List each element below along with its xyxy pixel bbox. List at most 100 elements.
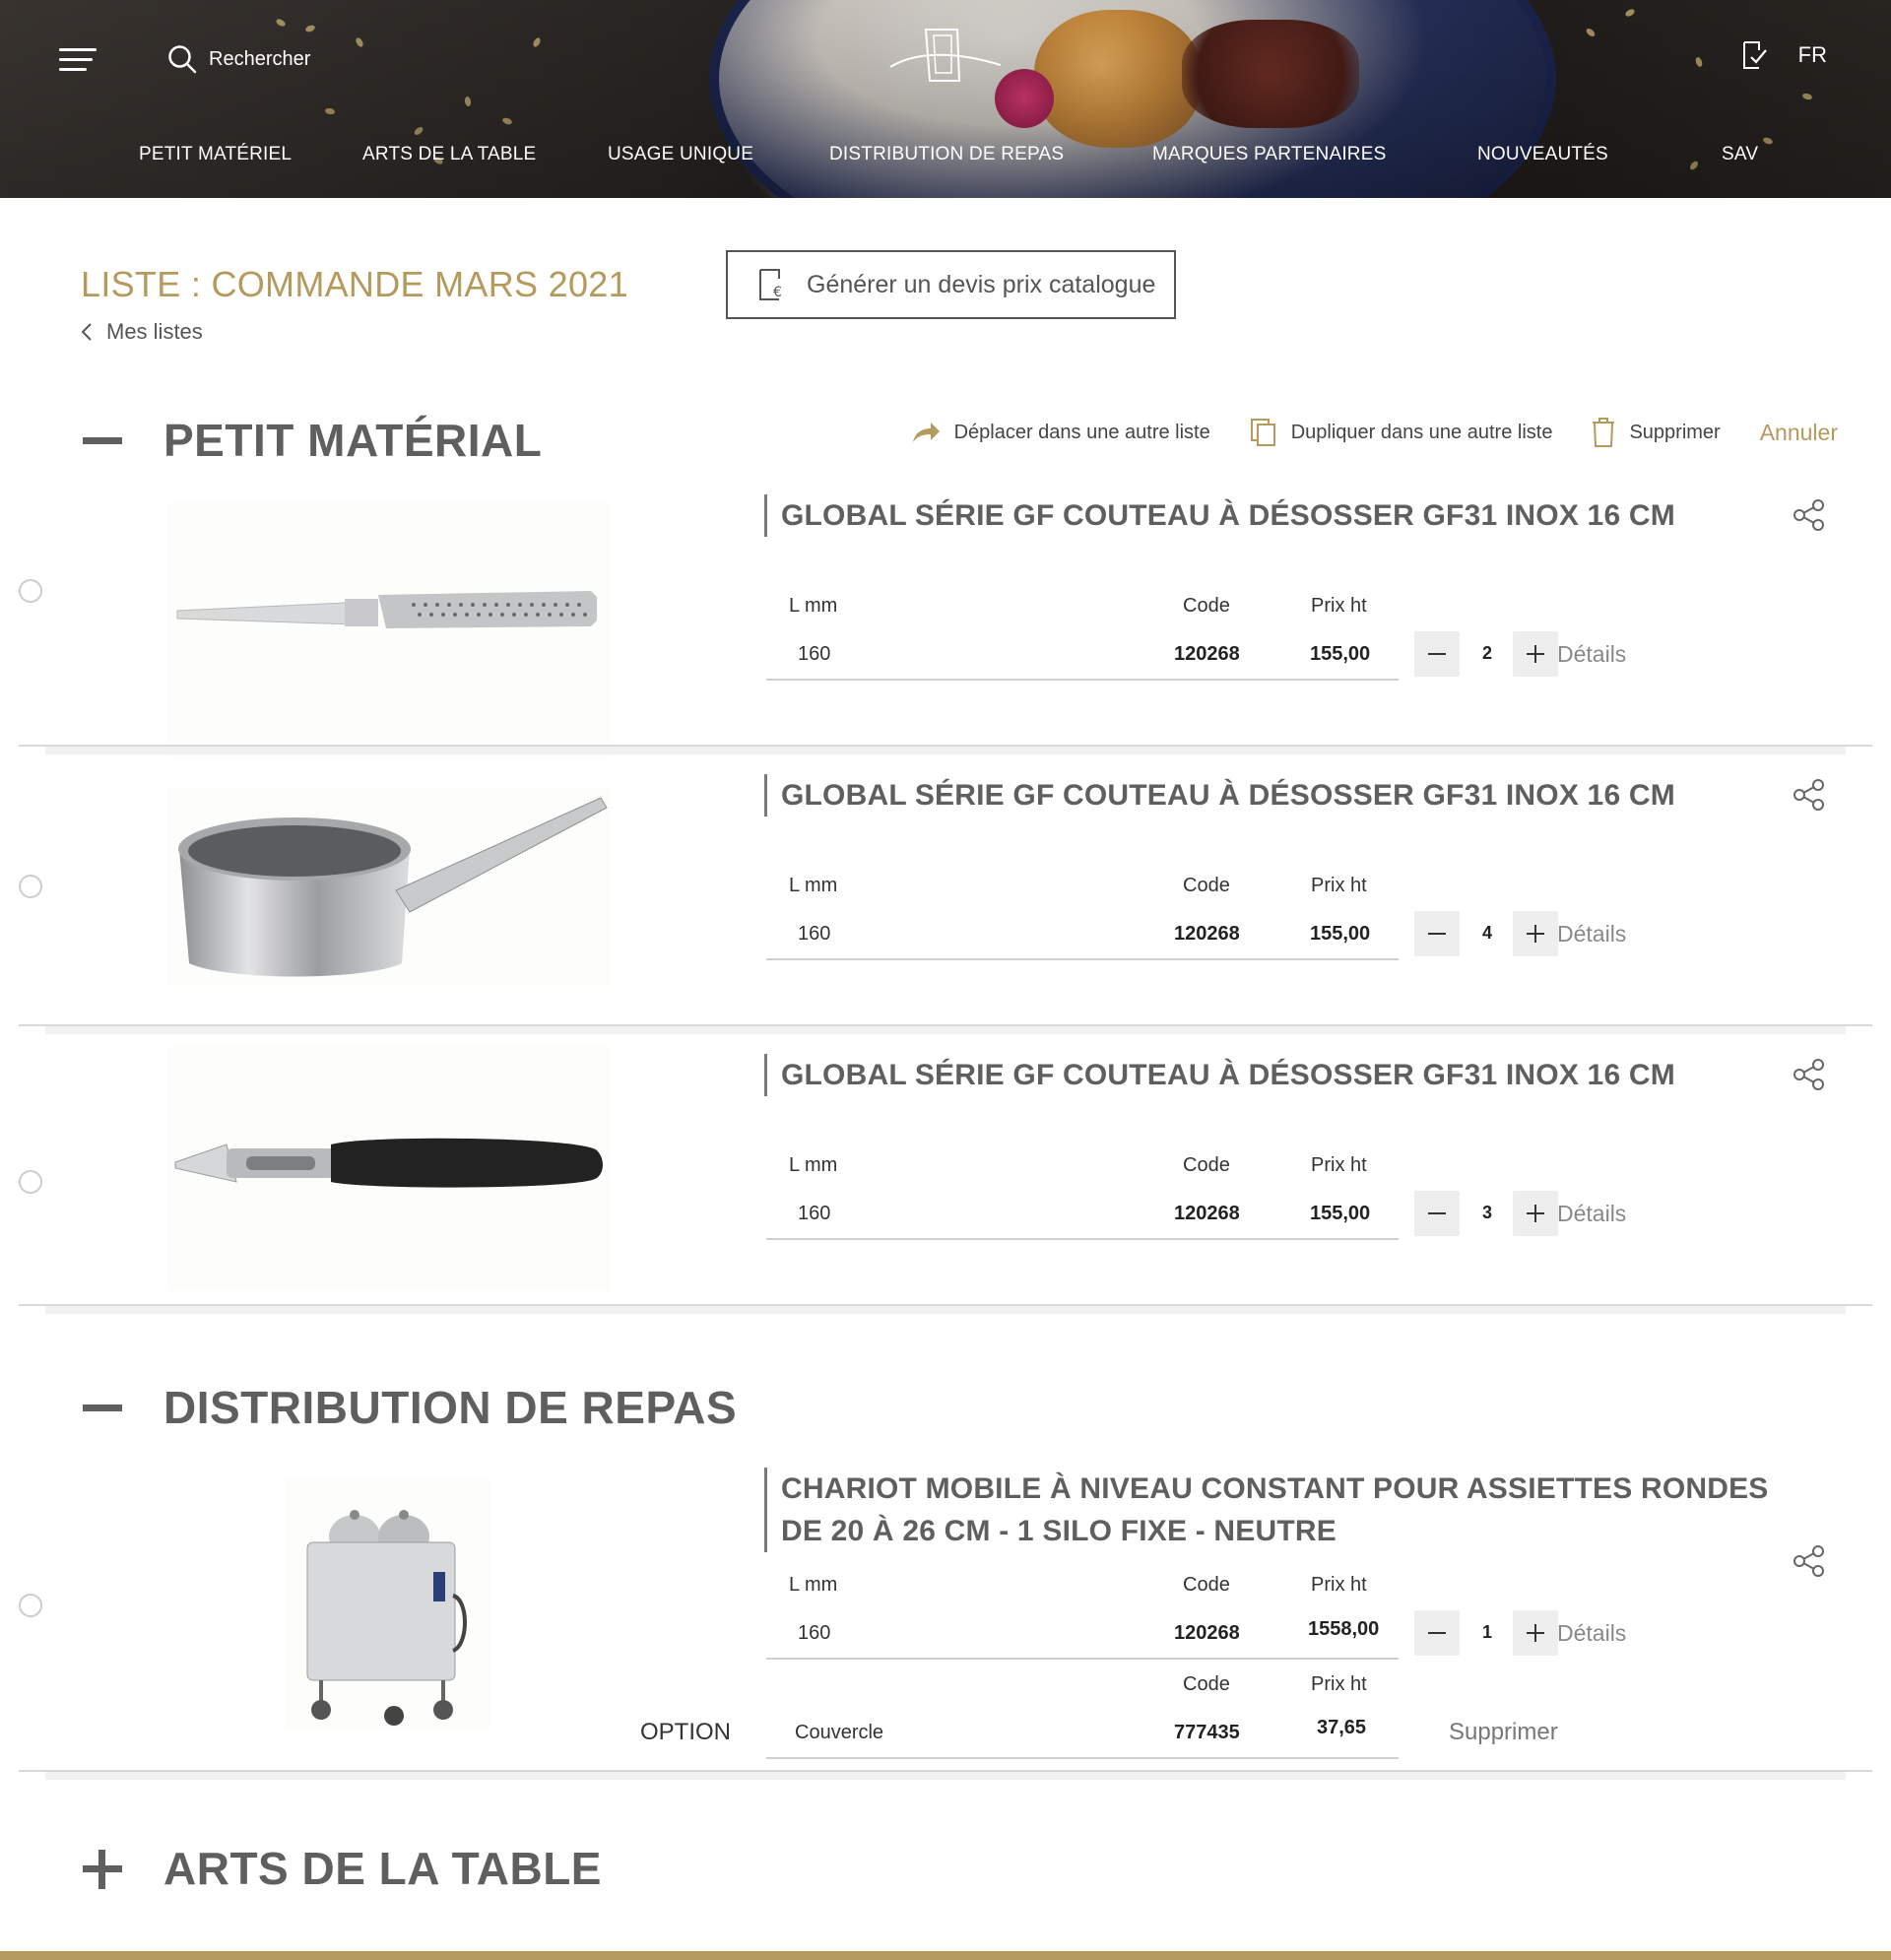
collapse-section-button[interactable] <box>81 1386 124 1429</box>
option-label: OPTION <box>640 1719 732 1745</box>
product-name[interactable]: GLOBAL SÉRIE GF COUTEAU À DÉSOSSER GF31 … <box>764 494 1675 537</box>
length-value: 160 <box>798 1203 831 1224</box>
checklist-icon[interactable] <box>1737 39 1769 71</box>
code-header: Code <box>1183 1574 1230 1596</box>
nav-petit-materiel[interactable]: PETIT MATÉRIEL <box>139 144 292 165</box>
select-product-radio[interactable] <box>19 1594 42 1617</box>
section-title: PETIT MATÉRIAL <box>163 415 543 466</box>
increase-qty-button[interactable] <box>1513 911 1558 956</box>
price-value: 155,00 <box>1310 643 1371 665</box>
details-link[interactable]: Détails <box>1557 1620 1626 1647</box>
delete-option-button[interactable]: Supprimer <box>1449 1719 1558 1746</box>
decrease-qty-button[interactable] <box>1414 911 1460 956</box>
share-icon[interactable] <box>1793 778 1826 812</box>
duplicate-to-list-button[interactable]: Dupliquer dans une autre liste <box>1250 418 1553 447</box>
nav-marques-partenaires[interactable]: MARQUES PARTENAIRES <box>1152 144 1386 165</box>
search-button[interactable]: Rechercher <box>167 41 310 77</box>
increase-qty-button[interactable] <box>1513 1610 1558 1656</box>
increase-qty-button[interactable] <box>1513 1191 1558 1236</box>
select-product-radio[interactable] <box>19 579 42 603</box>
product-image <box>167 502 611 758</box>
product-image <box>167 1046 611 1290</box>
quantity-value[interactable]: 4 <box>1472 923 1502 944</box>
decrease-qty-button[interactable] <box>1414 1610 1460 1656</box>
price-value: 155,00 <box>1310 1203 1371 1224</box>
header-right: FR <box>1737 39 1827 71</box>
length-header: L mm <box>789 1154 838 1176</box>
option-name: Couvercle <box>795 1722 884 1743</box>
length-header: L mm <box>789 595 838 617</box>
code-value: 120268 <box>1174 923 1240 945</box>
nav-arts-de-la-table[interactable]: ARTS DE LA TABLE <box>362 144 536 165</box>
brand-logo[interactable] <box>886 22 1005 93</box>
option-code-header: Code <box>1183 1673 1230 1695</box>
back-link-label: Mes listes <box>106 319 203 344</box>
trash-icon <box>1593 418 1615 447</box>
move-to-list-button[interactable]: Déplacer dans une autre liste <box>911 421 1210 444</box>
select-product-radio[interactable] <box>19 1170 42 1194</box>
duplicate-label: Dupliquer dans une autre liste <box>1290 421 1553 443</box>
product-name-line1: CHARIOT MOBILE À NIVEAU CONSTANT POUR AS… <box>781 1472 1769 1505</box>
details-link[interactable]: Détails <box>1557 921 1626 947</box>
row-underline <box>766 679 1399 681</box>
nav-usage-unique[interactable]: USAGE UNIQUE <box>608 144 753 165</box>
nav-sav[interactable]: SAV <box>1722 144 1758 165</box>
code-value: 120268 <box>1174 643 1240 665</box>
site-header: Rechercher FR PETIT MATÉRIEL ARTS DE LA … <box>0 0 1891 198</box>
language-selector[interactable]: FR <box>1798 42 1827 68</box>
increase-qty-button[interactable] <box>1513 631 1558 677</box>
product-name[interactable]: CHARIOT MOBILE À NIVEAU CONSTANT POUR AS… <box>764 1468 1769 1552</box>
quantity-value[interactable]: 2 <box>1472 643 1502 664</box>
decrease-qty-button[interactable] <box>1414 631 1460 677</box>
price-header: Prix ht <box>1311 875 1367 896</box>
price-header: Prix ht <box>1311 595 1367 617</box>
quantity-value[interactable]: 1 <box>1472 1622 1502 1643</box>
section-header-distribution-de-repas: DISTRIBUTION DE REPAS <box>81 1381 737 1434</box>
share-icon[interactable] <box>1793 1544 1826 1578</box>
product-name[interactable]: GLOBAL SÉRIE GF COUTEAU À DÉSOSSER GF31 … <box>764 1054 1675 1096</box>
length-header: L mm <box>789 875 838 896</box>
length-value: 160 <box>798 923 831 945</box>
menu-icon[interactable] <box>59 45 98 75</box>
back-to-lists-link[interactable]: Mes listes <box>81 319 203 345</box>
option-underline <box>766 1757 1399 1759</box>
expand-section-button[interactable] <box>81 1847 124 1890</box>
length-value: 160 <box>798 1622 831 1644</box>
row-separator-shadow <box>45 1772 1846 1780</box>
chevron-left-icon <box>81 323 92 341</box>
move-label: Déplacer dans une autre liste <box>953 421 1210 443</box>
search-label: Rechercher <box>209 47 311 70</box>
knife-image <box>176 591 597 628</box>
peeler-image <box>174 1138 603 1188</box>
option-code: 777435 <box>1174 1722 1240 1743</box>
details-link[interactable]: Détails <box>1557 641 1626 668</box>
price-value: 155,00 <box>1310 923 1371 945</box>
length-value: 160 <box>798 643 831 665</box>
nav-nouveautes[interactable]: NOUVEAUTÉS <box>1477 144 1608 165</box>
generate-quote-button[interactable]: € Générer un devis prix catalogue <box>726 250 1176 319</box>
length-header: L mm <box>789 1574 838 1596</box>
plate-trolley-image <box>306 1510 467 1726</box>
product-name[interactable]: GLOBAL SÉRIE GF COUTEAU À DÉSOSSER GF31 … <box>764 774 1675 817</box>
option-price-header: Prix ht <box>1311 1673 1367 1695</box>
decrease-qty-button[interactable] <box>1414 1191 1460 1236</box>
delete-label: Supprimer <box>1629 421 1721 443</box>
row-underline <box>766 958 1399 960</box>
cancel-button[interactable]: Annuler <box>1760 420 1838 446</box>
footer-band <box>0 1951 1891 1960</box>
details-link[interactable]: Détails <box>1557 1201 1626 1227</box>
nav-distribution-de-repas[interactable]: DISTRIBUTION DE REPAS <box>829 144 1064 165</box>
delete-selected-button[interactable]: Supprimer <box>1592 418 1721 447</box>
share-icon[interactable] <box>1793 498 1826 532</box>
copy-icon <box>1250 419 1275 446</box>
share-icon[interactable] <box>1793 1058 1826 1091</box>
forward-arrow-icon <box>912 423 940 442</box>
row-separator-shadow <box>45 1026 1846 1034</box>
option-price: 37,65 <box>1317 1717 1367 1738</box>
collapse-section-button[interactable] <box>81 419 124 462</box>
price-header: Prix ht <box>1311 1154 1367 1176</box>
select-product-radio[interactable] <box>19 875 42 898</box>
quantity-value[interactable]: 3 <box>1472 1203 1502 1223</box>
code-header: Code <box>1183 875 1230 896</box>
section-header-petit-materiel: PETIT MATÉRIAL <box>81 414 542 467</box>
